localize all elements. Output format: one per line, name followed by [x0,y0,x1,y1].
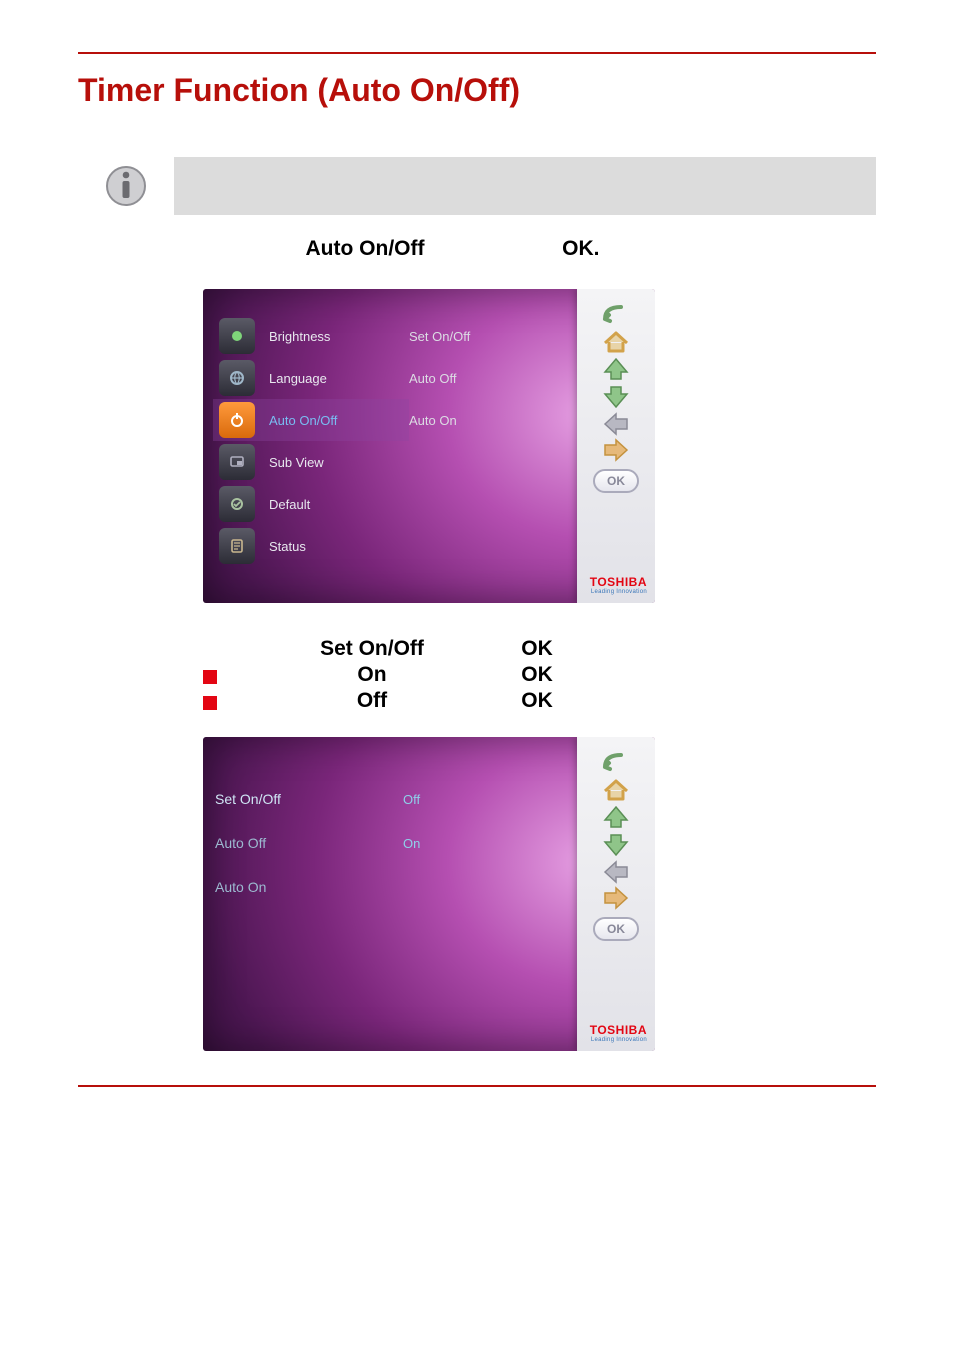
tv1-menu-status: Status [213,525,409,567]
tv-screen-photo-2: Set On/Off Auto Off Auto On Off On OK TO… [203,737,655,1051]
tv1-menu-subview: Sub View [213,441,409,483]
brightness-icon [219,318,255,354]
top-rule [78,52,876,54]
tv1-submenu-item: Set On/Off [409,315,529,357]
arrow-right-icon [601,885,631,911]
bullet-label: Off [287,689,457,713]
brand-logo: TOSHIBA Leading Innovation [590,575,647,595]
tv-screen-photo-1: Brightness Language Auto On/Off [203,289,655,603]
brand-tagline: Leading Innovation [590,589,647,595]
tv1-submenu-item: Auto Off [409,357,529,399]
brand-logo: TOSHIBA Leading Innovation [590,1023,647,1043]
tv2-nav-panel: OK TOSHIBA Leading Innovation [577,737,655,1051]
tv1-submenu-item: Auto On [409,399,529,441]
bullet-action: OK [457,689,617,713]
page-title: Timer Function (Auto On/Off) [78,72,876,109]
tv2-item-setonoff: Set On/Off [215,777,281,821]
brand-tagline: Leading Innovation [590,1037,647,1043]
arrow-up-icon [601,803,631,831]
tv1-menu-brightness: Brightness [213,315,409,357]
brand-name: TOSHIBA [590,575,647,589]
tv1-menu-label: Brightness [269,329,330,344]
back-arrow-icon [601,301,631,329]
globe-icon [219,360,255,396]
step2-header-a: Set On/Off [287,637,457,661]
subview-icon [219,444,255,480]
tv1-menu-auto-onoff: Auto On/Off [213,399,409,441]
tv1-submenu-column: Set On/Off Auto Off Auto On [409,315,529,441]
tv2-option-off: Off [403,777,420,821]
tv2-item-autoon: Auto On [215,865,281,909]
tv1-menu-language: Language [213,357,409,399]
tv1-menu-default: Default [213,483,409,525]
arrow-right-icon [601,437,631,463]
step-instruction-2: Set On/Off OK On OK Off OK [203,637,883,713]
home-icon [601,329,631,355]
arrow-left-icon [601,859,631,885]
arrow-down-icon [601,383,631,411]
bullet-square-icon [203,696,217,710]
default-icon [219,486,255,522]
back-arrow-icon [601,749,631,777]
step1-keyword-b: OK. [562,237,599,260]
brand-name: TOSHIBA [590,1023,647,1037]
tv1-menu-label: Sub View [269,455,324,470]
step2-header-b: OK [457,637,617,661]
tv1-menu-column: Brightness Language Auto On/Off [213,315,409,567]
bottom-rule [78,1085,876,1087]
step1-keyword-a: Auto On/Off [306,237,425,260]
bullet-row: On OK [203,663,883,687]
tv2-left-column: Set On/Off Auto Off Auto On [215,777,281,909]
document-page: Timer Function (Auto On/Off) Auto On/Off… [0,0,954,1147]
ok-button-icon: OK [593,917,639,941]
info-callout-bar [174,157,876,215]
tv1-menu-label: Auto On/Off [269,413,337,428]
arrow-up-icon [601,355,631,383]
bullet-square-icon [203,670,217,684]
arrow-down-icon [601,831,631,859]
bullet-action: OK [457,663,617,687]
arrow-left-icon [601,411,631,437]
home-icon [601,777,631,803]
ok-button-icon: OK [593,469,639,493]
tv2-option-on: On [403,821,420,865]
bullet-row: Off OK [203,689,883,713]
tv1-menu-label: Status [269,539,306,554]
tv1-menu-label: Language [269,371,327,386]
tv2-item-autooff: Auto Off [215,821,281,865]
power-icon [219,402,255,438]
bullet-label: On [287,663,457,687]
tv2-right-column: Off On [403,777,420,865]
step-instruction-1: Auto On/Off OK. [215,237,883,261]
tv1-menu-label: Default [269,497,310,512]
status-icon [219,528,255,564]
tv1-nav-panel: OK TOSHIBA Leading Innovation [577,289,655,603]
info-icon [78,165,174,207]
info-callout-row [78,157,876,215]
